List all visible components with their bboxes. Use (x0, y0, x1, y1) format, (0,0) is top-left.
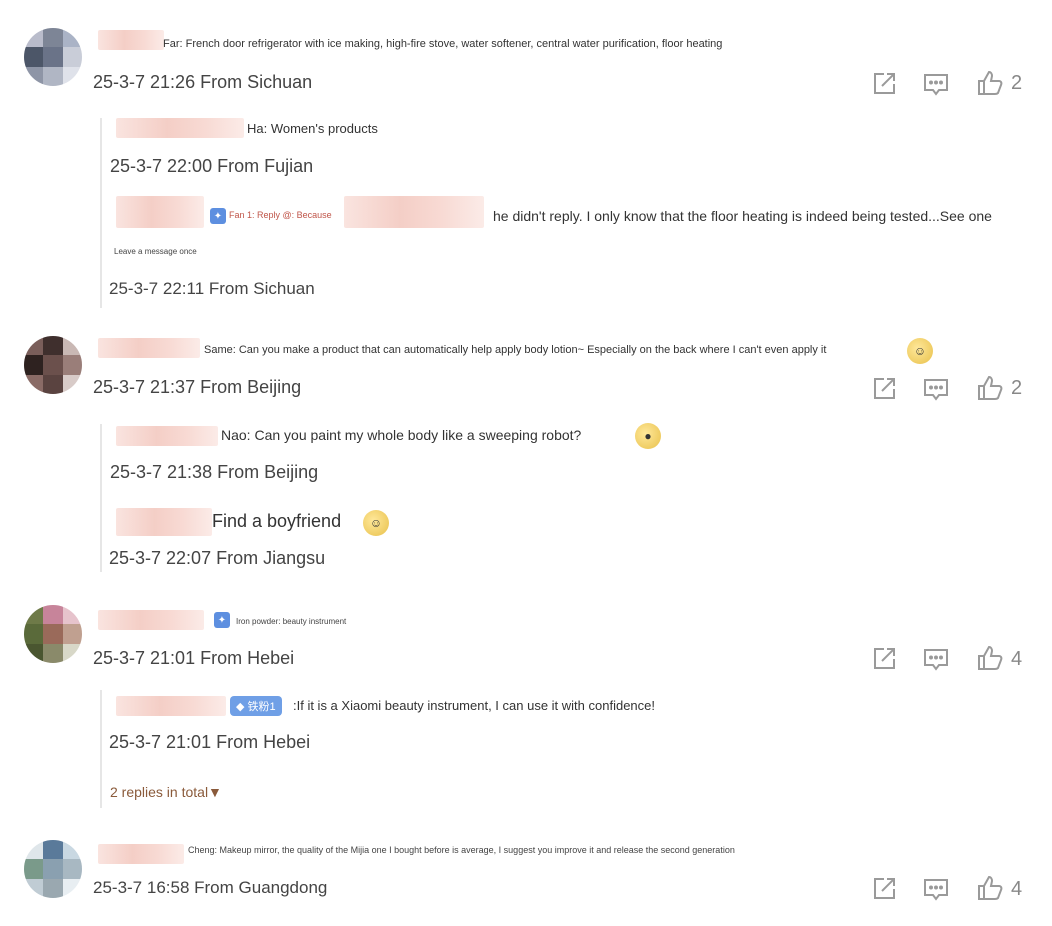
reply-text: Find a boyfriend (212, 511, 342, 531)
like-count: 2 (1011, 72, 1023, 94)
username-blurred[interactable] (116, 696, 226, 716)
username-blurred[interactable] (98, 30, 164, 50)
comment-text: Same: Can you make a product that can au… (204, 344, 827, 356)
comment-meta: 25-3-7 21:26 From Sichuan (93, 72, 313, 92)
reply-text: Ha: Women's products (247, 121, 378, 136)
comment-icon[interactable] (922, 70, 950, 98)
reply-meta: 25-3-7 22:07 From Jiangsu (109, 548, 326, 568)
comment-icon[interactable] (922, 875, 950, 903)
thread-line (100, 424, 102, 572)
fan-badge-icon: ✦ (214, 612, 230, 628)
reply-text: he didn't reply. I only know that the fl… (493, 208, 992, 224)
comment-meta: 25-3-7 21:37 From Beijing (93, 377, 302, 397)
expand-replies-link[interactable]: 2 replies in total▼ (110, 784, 222, 800)
avatar[interactable] (24, 28, 82, 86)
username-blurred[interactable] (98, 610, 204, 630)
thread-line (100, 118, 102, 308)
doge-emoji-icon: ● (635, 423, 661, 449)
comment-meta: 25-3-7 16:58 From Guangdong (93, 878, 328, 897)
avatar[interactable] (24, 336, 82, 394)
like-count: 4 (1011, 878, 1023, 900)
username-blurred[interactable] (116, 196, 204, 228)
fan-badge: ◆ 铁粉1 (230, 696, 282, 716)
comment-icon[interactable] (922, 375, 950, 403)
share-icon[interactable] (870, 875, 898, 903)
emoji-icon: ☺ (363, 510, 389, 536)
thumbs-up-icon[interactable] (976, 69, 1004, 97)
reply-meta: 25-3-7 22:00 From Fujian (110, 156, 314, 176)
comment-icon[interactable] (922, 645, 950, 673)
reply-text: Nao: Can you paint my whole body like a … (221, 427, 582, 443)
like-count: 2 (1011, 377, 1023, 399)
comment-badge-text: Iron powder: beauty instrument (236, 617, 347, 626)
username-blurred[interactable] (116, 508, 212, 536)
username-blurred[interactable] (116, 426, 218, 446)
like-count: 4 (1011, 648, 1023, 670)
reply-subtext: Leave a message once (114, 247, 197, 256)
badge-label: 铁粉1 (247, 701, 276, 713)
comment-meta: 25-3-7 21:01 From Hebei (93, 648, 295, 668)
username-blurred[interactable] (98, 338, 200, 358)
thumbs-up-icon[interactable] (976, 874, 1004, 902)
reply-meta: 25-3-7 21:01 From Hebei (109, 732, 311, 752)
username-blurred[interactable] (116, 118, 244, 138)
reply-meta: 25-3-7 22:11 From Sichuan (109, 279, 315, 298)
reply-meta: 25-3-7 21:38 From Beijing (110, 462, 319, 482)
username-blurred[interactable] (98, 844, 184, 864)
comment-text: Cheng: Makeup mirror, the quality of the… (188, 845, 735, 855)
emoji-icon: ☺ (907, 338, 933, 364)
reply-text: :If it is a Xiaomi beauty instrument, I … (293, 698, 656, 713)
thumbs-up-icon[interactable] (976, 644, 1004, 672)
thumbs-up-icon[interactable] (976, 374, 1004, 402)
share-icon[interactable] (870, 645, 898, 673)
share-icon[interactable] (870, 70, 898, 98)
reply-badge-text: Fan 1: Reply @: Because (229, 210, 332, 220)
avatar[interactable] (24, 605, 82, 663)
comment-text: Far: French door refrigerator with ice m… (163, 38, 723, 50)
mention-blurred[interactable] (344, 196, 484, 228)
thread-line (100, 690, 102, 808)
avatar[interactable] (24, 840, 82, 898)
fan-badge-icon: ✦ (210, 208, 226, 224)
diamond-icon: ◆ (236, 700, 245, 713)
share-icon[interactable] (870, 375, 898, 403)
